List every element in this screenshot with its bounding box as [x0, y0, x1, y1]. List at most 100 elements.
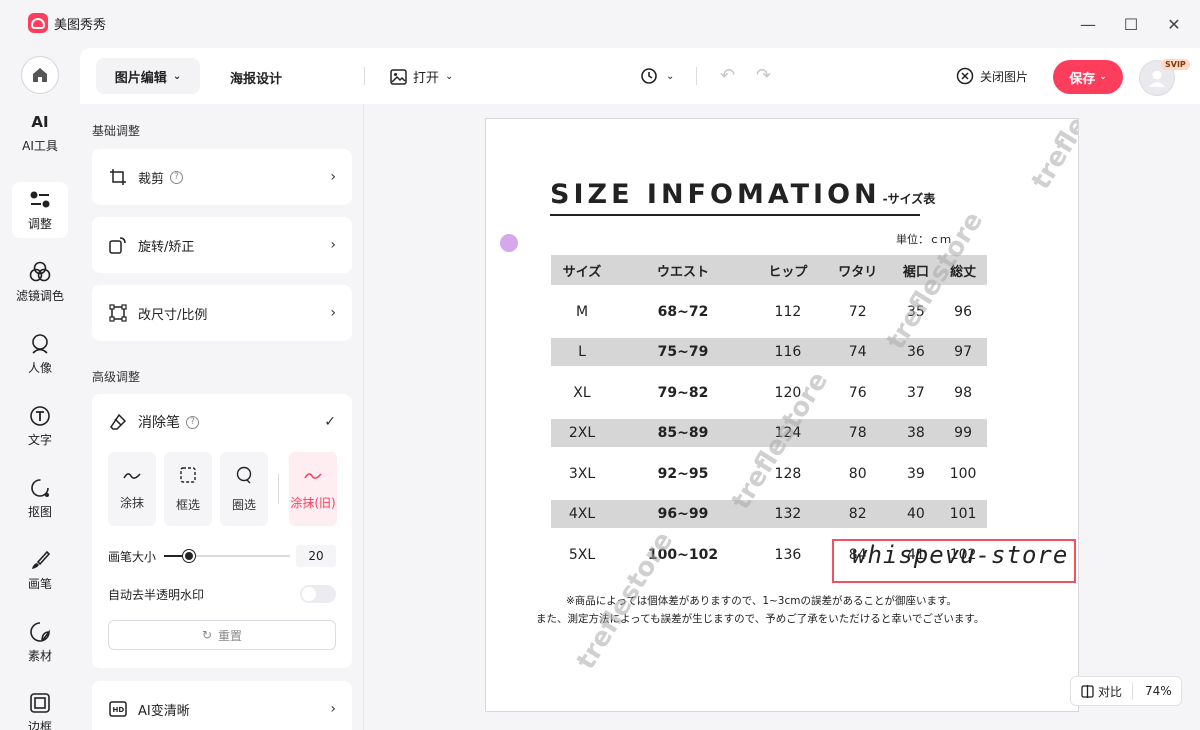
brush-size-slider[interactable] [164, 550, 291, 562]
reset-label: 重置 [218, 628, 243, 643]
tool-label: 涂抹(旧) [290, 496, 336, 510]
eraser-tools: 涂抹 框选 圈选 涂抹(旧) [108, 452, 337, 526]
checkmark-icon: ✓ [324, 414, 336, 430]
view-controls: 对比 74% [1070, 676, 1182, 706]
tool-label: 圈选 [231, 497, 256, 512]
chevron-down-icon: ⌄ [1099, 72, 1107, 82]
rail-label: AI工具 [22, 138, 58, 153]
left-rail: AI AI工具 调整 滤镜调色 人像 文字 抠图 画笔 素材 边框 [0, 48, 80, 730]
table-cell: 4XL [568, 506, 596, 522]
rail-item-brush[interactable]: 画笔 [12, 542, 68, 598]
save-button[interactable]: 保存 ⌄ [1053, 60, 1123, 94]
help-icon[interactable]: ? [170, 170, 184, 184]
maximize-button[interactable]: ☐ [1119, 12, 1143, 36]
chevron-right-icon: › [330, 305, 336, 321]
table-row: XL 79~82 120 76 37 98 [551, 366, 987, 419]
svip-badge: SVIP [1161, 59, 1190, 70]
close-image-button[interactable]: 关闭图片 [956, 67, 1028, 85]
tab-image-edit[interactable]: 图片编辑 ⌄ [96, 58, 200, 94]
compare-button[interactable]: 对比 [1071, 682, 1134, 700]
svg-text:HD: HD [113, 706, 125, 714]
history-icon [641, 68, 657, 84]
eraser-title: 消除笔 [138, 415, 180, 431]
adjust-icon [29, 189, 51, 211]
table-cell: M [575, 303, 589, 320]
portrait-icon [29, 333, 51, 355]
table-cell: 82 [848, 506, 867, 522]
eraser-header[interactable]: 消除笔? ✓ [92, 394, 352, 450]
table-cell: 79~82 [657, 384, 709, 401]
brush-cursor [500, 234, 518, 252]
table-cell: 74 [848, 344, 867, 360]
rotate-icon [108, 235, 128, 255]
rail-label: 边框 [27, 720, 52, 730]
rail-label: 抠图 [27, 504, 52, 519]
reset-icon: ↻ [201, 628, 213, 642]
auto-watermark-label: 自动去半透明水印 [108, 587, 205, 602]
slider-handle[interactable] [183, 550, 196, 562]
rail-item-ai-tools[interactable]: AI AI工具 [12, 104, 68, 160]
tool-lasso[interactable]: 圈选 [220, 452, 268, 526]
rail-label: 人像 [27, 360, 52, 375]
app-title: 美图秀秀 [54, 18, 107, 33]
history-button[interactable]: ⌄ [640, 67, 674, 85]
rail-item-cutout[interactable]: 抠图 [12, 470, 68, 526]
rail-item-text[interactable]: 文字 [12, 398, 68, 454]
tool-smear[interactable]: 涂抹 [108, 452, 156, 526]
table-cell: 85~89 [657, 425, 709, 441]
tool-smear-old[interactable]: 涂抹(旧) [289, 452, 337, 526]
table-cell: 132 [774, 506, 802, 522]
rail-item-adjust[interactable]: 调整 [12, 182, 68, 238]
home-button[interactable] [21, 56, 59, 94]
tool-box-select[interactable]: 框选 [164, 452, 212, 526]
smear-icon [123, 467, 141, 486]
minimize-button[interactable]: — [1076, 12, 1100, 36]
image-canvas[interactable]: SIZE INFOMATION -サイズ表 単位：ｃｍ サイズ ウエスト ヒップ… [485, 118, 1079, 712]
redo-icon[interactable]: ↷ [756, 65, 771, 86]
title-bar: 美图秀秀 — ☐ ✕ [0, 0, 1200, 48]
doc-title-sub: -サイズ表 [882, 192, 936, 206]
ai-clear-item[interactable]: HD AI变清晰 › [92, 681, 352, 730]
resize-item[interactable]: 改尺寸/比例 › [92, 285, 352, 341]
zoom-level[interactable]: 74% [1133, 684, 1172, 698]
undo-icon[interactable]: ↶ [720, 65, 735, 86]
divider [696, 67, 697, 85]
close-image-label: 关闭图片 [980, 69, 1029, 84]
auto-watermark-toggle[interactable] [300, 585, 336, 603]
tool-label: 涂抹 [119, 496, 144, 510]
brush-size-value[interactable]: 20 [296, 545, 336, 567]
table-cell: 3XL [568, 465, 596, 482]
header-cell: ヒップ [768, 264, 808, 280]
rail-item-frame[interactable]: 边框 [12, 682, 68, 730]
selection-box[interactable] [832, 539, 1076, 583]
resize-label: 改尺寸/比例 [138, 307, 208, 323]
divider [278, 474, 279, 504]
close-circle-icon [956, 67, 974, 85]
compare-icon [1081, 684, 1094, 698]
close-window-button[interactable]: ✕ [1162, 12, 1186, 36]
help-icon[interactable]: ? [186, 415, 199, 429]
chevron-down-icon: ⌄ [666, 70, 675, 82]
table-cell: 97 [954, 344, 972, 360]
home-icon [33, 68, 47, 82]
canvas-area[interactable]: SIZE INFOMATION -サイズ表 単位：ｃｍ サイズ ウエスト ヒップ… [364, 104, 1200, 730]
table-row: L 75~79 116 74 36 97 [551, 338, 987, 366]
image-icon [390, 68, 407, 85]
rotate-item[interactable]: 旋转/矫正 › [92, 217, 352, 273]
rail-item-filter[interactable]: 滤镜调色 [12, 254, 68, 310]
crop-item[interactable]: 裁剪? › [92, 149, 352, 205]
rail-item-portrait[interactable]: 人像 [12, 326, 68, 382]
tab-poster-design[interactable]: 海报设计 [230, 68, 282, 87]
basic-section-title: 基础调整 [92, 124, 141, 138]
rail-label: 画笔 [27, 576, 52, 591]
table-cell: 116 [774, 344, 802, 360]
table-cell: 5XL [568, 546, 596, 563]
brush-size-label: 画笔大小 [108, 549, 157, 564]
table-cell: 96 [954, 303, 972, 320]
doc-title-main: SIZE INFOMATION [550, 179, 881, 210]
tool-label: 框选 [175, 497, 200, 512]
reset-button[interactable]: ↻ 重置 [108, 620, 336, 650]
header-cell: サイズ [562, 264, 602, 280]
rail-item-sticker[interactable]: 素材 [12, 614, 68, 670]
open-button[interactable]: 打开 ⌄ [390, 67, 453, 86]
